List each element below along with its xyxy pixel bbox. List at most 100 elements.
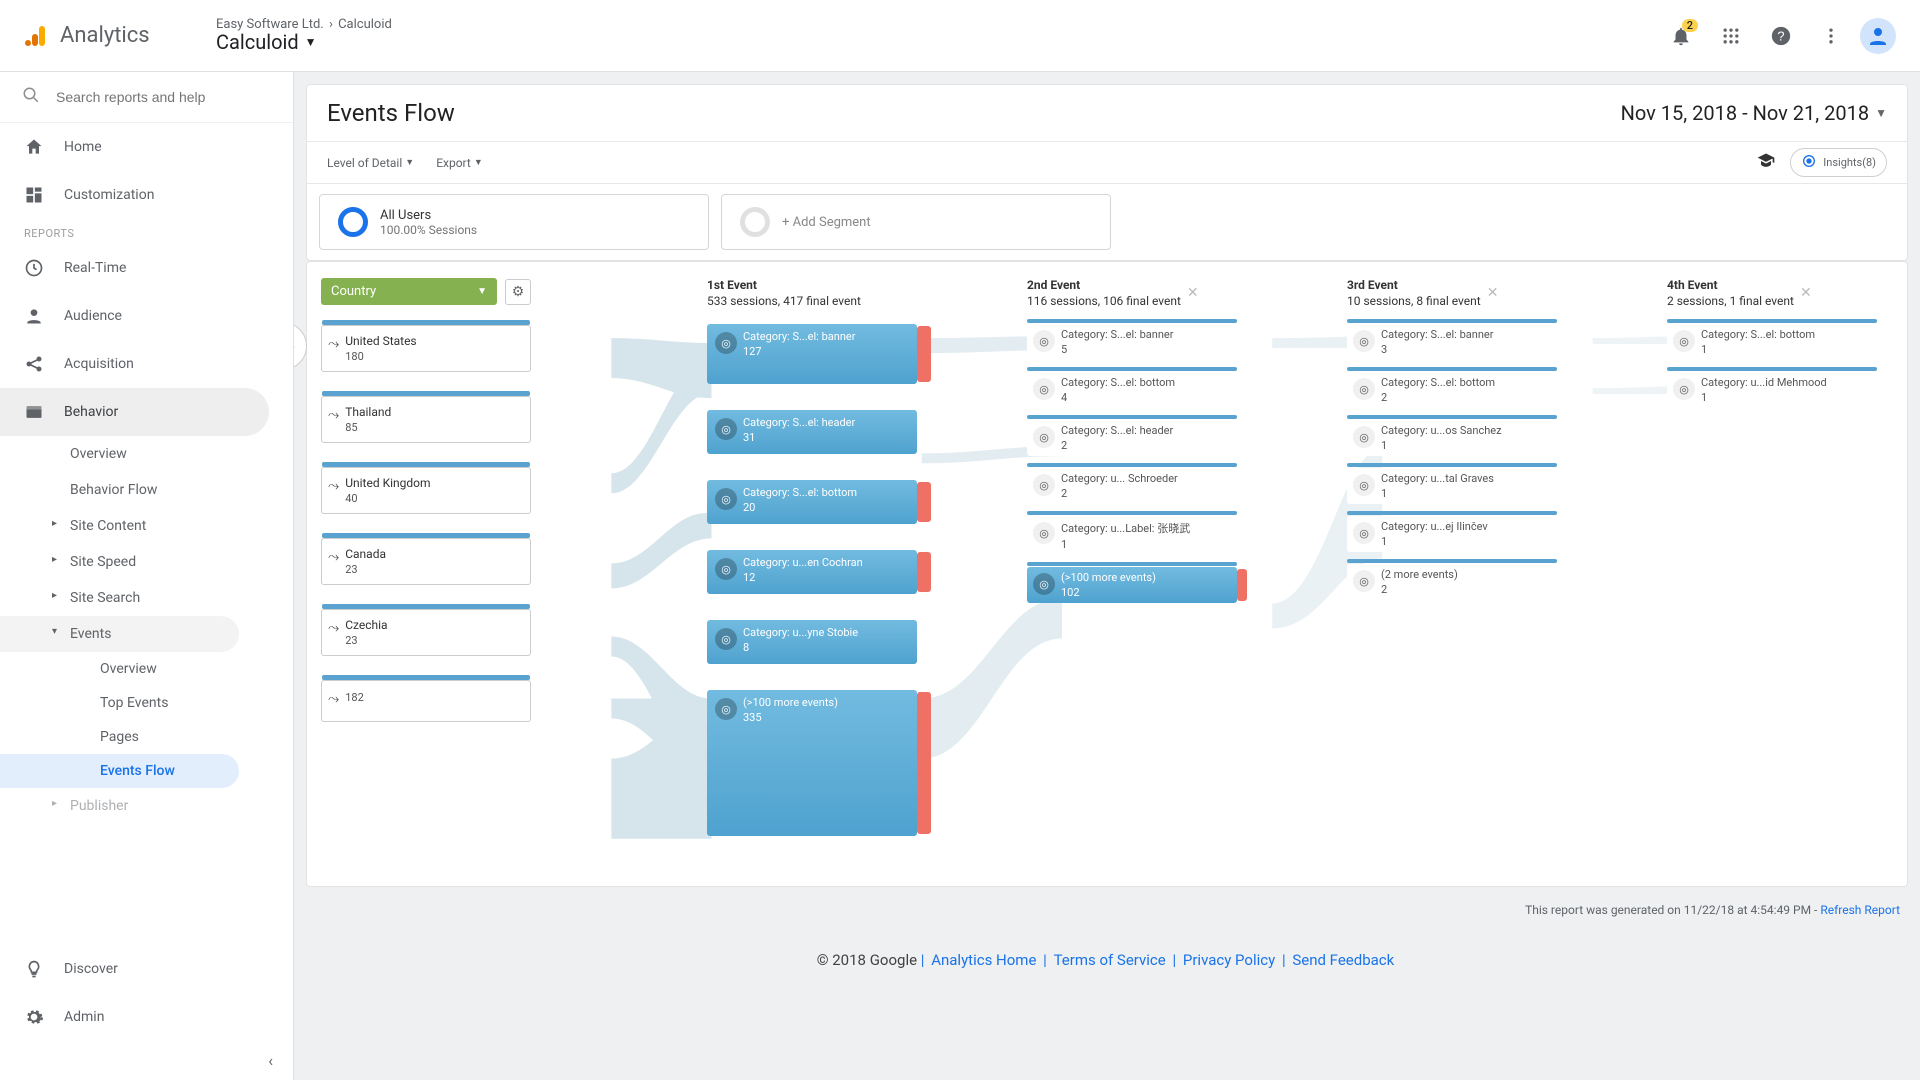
caret-down-icon: ▼	[474, 157, 483, 168]
remove-step-button[interactable]: ✕	[1487, 285, 1499, 301]
dropoff-indicator	[917, 692, 931, 834]
dashboard-icon	[24, 185, 44, 205]
nav-site-search[interactable]: Site Search	[0, 580, 239, 616]
nav-admin[interactable]: Admin	[0, 993, 269, 1041]
event-category-icon: ◎	[1353, 522, 1375, 544]
notifications-button[interactable]: 2	[1660, 15, 1702, 57]
nav-site-speed[interactable]: Site Speed	[0, 544, 239, 580]
flow-settings-button[interactable]: ⚙	[505, 279, 531, 305]
event-node[interactable]: ◎Category: u...en Cochran12	[707, 550, 917, 594]
flow-visualization[interactable]: ‹ ⌂ › + − Country ▼ ⚙ ⤳United States1	[306, 261, 1908, 887]
nav-customization[interactable]: Customization	[0, 171, 269, 219]
col4-title: 4th Event	[1667, 278, 1794, 292]
segment-all-users[interactable]: All Users 100.00% Sessions	[319, 194, 709, 250]
gear-icon	[24, 1007, 44, 1027]
nav-events-flow[interactable]: Events Flow	[0, 754, 239, 788]
user-avatar[interactable]	[1860, 18, 1896, 54]
event-category-icon: ◎	[1033, 330, 1055, 352]
footer-link-privacy[interactable]: Privacy Policy	[1183, 951, 1275, 969]
source-node[interactable]: ⤳182	[321, 680, 531, 722]
event-category-icon: ◎	[715, 488, 737, 510]
collapse-sidebar-button[interactable]: ‹	[268, 1051, 273, 1070]
nav-behavior[interactable]: Behavior	[0, 388, 269, 436]
event-node[interactable]: ◎Category: S...el: banner127	[707, 324, 917, 384]
event-category-icon: ◎	[1673, 330, 1695, 352]
remove-step-button[interactable]: ✕	[1187, 285, 1199, 301]
nav-events-top[interactable]: Top Events	[0, 686, 239, 720]
insights-button[interactable]: Insights(8)	[1790, 148, 1887, 177]
event-node[interactable]: ◎Category: u...Label: 张晓武1	[1027, 516, 1237, 555]
event-node[interactable]: ◎Category: u...id Mehmood1	[1667, 372, 1877, 408]
main-content: Events Flow Nov 15, 2018 - Nov 21, 2018 …	[294, 72, 1920, 1080]
event-node[interactable]: ◎Category: S...el: bottom20	[707, 480, 917, 524]
behavior-icon	[24, 402, 44, 422]
nav-events-pages[interactable]: Pages	[0, 720, 239, 754]
event-node[interactable]: ◎Category: u...yne Stobie8	[707, 620, 917, 664]
source-node[interactable]: ⤳Thailand85	[321, 396, 531, 443]
nav-publisher[interactable]: Publisher	[0, 788, 239, 824]
event-node[interactable]: ◎Category: u... Schroeder2	[1027, 468, 1237, 504]
caret-down-icon: ▼	[305, 35, 317, 49]
event-node[interactable]: ◎Category: S...el: bottom4	[1027, 372, 1237, 408]
export-dropdown[interactable]: Export▼	[436, 156, 483, 170]
dimension-selector[interactable]: Country ▼	[321, 278, 497, 305]
source-node[interactable]: ⤳Canada23	[321, 538, 531, 585]
event-node[interactable]: ◎Category: S...el: header31	[707, 410, 917, 454]
app-header: Analytics Easy Software Ltd. › Calculoid…	[0, 0, 1920, 72]
event-category-icon: ◎	[1033, 426, 1055, 448]
event-node[interactable]: ◎Category: S...el: bottom2	[1347, 372, 1557, 408]
nav-audience[interactable]: Audience	[0, 292, 269, 340]
search-input[interactable]	[56, 89, 271, 105]
flow-arrow-icon: ⤳	[328, 620, 339, 636]
event-category-icon: ◎	[715, 418, 737, 440]
event-category-icon: ◎	[1673, 378, 1695, 400]
col2-title: 2nd Event	[1027, 278, 1181, 292]
footer-link-tos[interactable]: Terms of Service	[1054, 951, 1166, 969]
svg-text:?: ?	[1777, 28, 1784, 43]
remove-step-button[interactable]: ✕	[1800, 285, 1812, 301]
event-node[interactable]: ◎(2 more events)2	[1347, 564, 1557, 600]
refresh-report-link[interactable]: Refresh Report	[1820, 903, 1900, 917]
event-node[interactable]: ◎(>100 more events)102	[1027, 567, 1237, 603]
nav-discover[interactable]: Discover	[0, 945, 269, 993]
nav-events-overview[interactable]: Overview	[0, 652, 239, 686]
source-node[interactable]: ⤳United States180	[321, 325, 531, 372]
report-title: Events Flow	[327, 99, 455, 127]
sidebar-search[interactable]	[0, 72, 293, 123]
event-node[interactable]: ◎Category: u...os Sanchez1	[1347, 420, 1557, 456]
event-category-icon: ◎	[1033, 378, 1055, 400]
level-of-detail-dropdown[interactable]: Level of Detail▼	[327, 156, 414, 170]
nav-acquisition[interactable]: Acquisition	[0, 340, 269, 388]
flow-arrow-icon: ⤳	[328, 691, 339, 707]
event-category-icon: ◎	[715, 332, 737, 354]
event-node[interactable]: ◎Category: S...el: banner5	[1027, 324, 1237, 360]
add-segment-button[interactable]: + Add Segment	[721, 194, 1111, 250]
more-button[interactable]	[1810, 15, 1852, 57]
help-button[interactable]: ?	[1760, 15, 1802, 57]
footer-link-feedback[interactable]: Send Feedback	[1292, 951, 1394, 969]
education-icon[interactable]	[1756, 151, 1776, 175]
event-node[interactable]: ◎(>100 more events)335	[707, 690, 917, 836]
nav-home[interactable]: Home	[0, 123, 269, 171]
nav-events[interactable]: Events	[0, 616, 239, 652]
source-node[interactable]: ⤳United Kingdom40	[321, 467, 531, 514]
nav-behavior-overview[interactable]: Overview	[0, 436, 239, 472]
nav-site-content[interactable]: Site Content	[0, 508, 239, 544]
nav-behavior-flow[interactable]: Behavior Flow	[0, 472, 239, 508]
footer-link-home[interactable]: Analytics Home	[931, 951, 1036, 969]
person-icon	[24, 306, 44, 326]
source-node[interactable]: ⤳Czechia23	[321, 609, 531, 656]
event-category-icon: ◎	[715, 698, 737, 720]
event-node[interactable]: ◎Category: u...ej Ilinčev1	[1347, 516, 1557, 552]
event-node[interactable]: ◎Category: S...el: bottom1	[1667, 324, 1877, 360]
col4-sub: 2 sessions, 1 final event	[1667, 294, 1794, 308]
event-node[interactable]: ◎Category: S...el: banner3	[1347, 324, 1557, 360]
event-node[interactable]: ◎Category: u...tal Graves1	[1347, 468, 1557, 504]
nav-realtime[interactable]: Real-Time	[0, 244, 269, 292]
event-node[interactable]: ◎Category: S...el: header2	[1027, 420, 1237, 456]
account-selector[interactable]: Easy Software Ltd. › Calculoid Calculoid…	[204, 17, 1660, 54]
event-category-icon: ◎	[715, 558, 737, 580]
zoom-home-button[interactable]: ‹ ⌂ ›	[294, 322, 307, 370]
apps-grid-button[interactable]	[1710, 15, 1752, 57]
date-range-picker[interactable]: Nov 15, 2018 - Nov 21, 2018 ▼	[1621, 101, 1887, 125]
